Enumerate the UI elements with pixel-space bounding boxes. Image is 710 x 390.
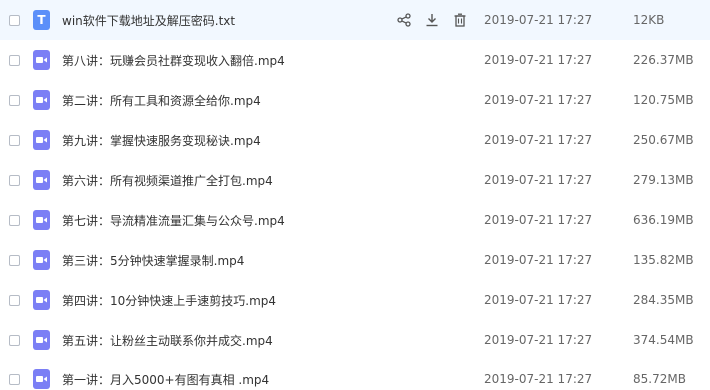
- file-date: 2019-07-21 17:27: [484, 53, 593, 67]
- file-size: 120.75MB: [633, 93, 694, 107]
- file-date: 2019-07-21 17:27: [484, 133, 593, 147]
- video-file-icon: [33, 250, 50, 270]
- file-row[interactable]: 第七讲：导流精准流量汇集与公众号.mp4 2019-07-21 17:27 63…: [0, 200, 710, 240]
- row-checkbox[interactable]: [9, 134, 20, 146]
- file-name[interactable]: 第九讲：掌握快速服务变现秘诀.mp4: [62, 132, 261, 149]
- file-row[interactable]: 第三讲：5分钟快速掌握录制.mp4 2019-07-21 17:27 135.8…: [0, 240, 710, 280]
- file-size: 226.37MB: [633, 53, 694, 67]
- delete-icon[interactable]: [452, 12, 468, 28]
- row-checkbox[interactable]: [9, 174, 20, 186]
- text-file-icon: T: [33, 10, 50, 30]
- video-file-icon: [33, 50, 50, 70]
- file-size: 12KB: [633, 13, 665, 27]
- file-row[interactable]: T win软件下载地址及解压密码.txt 2019-07-21 17:27 12…: [0, 0, 710, 40]
- file-row[interactable]: 第二讲：所有工具和资源全给你.mp4 2019-07-21 17:27 120.…: [0, 80, 710, 120]
- file-size: 374.54MB: [633, 333, 694, 347]
- file-row[interactable]: 第四讲：10分钟快速上手速剪技巧.mp4 2019-07-21 17:27 28…: [0, 280, 710, 320]
- file-date: 2019-07-21 17:27: [484, 372, 593, 386]
- file-size: 85.72MB: [633, 372, 686, 386]
- file-name[interactable]: 第六讲：所有视频渠道推广全打包.mp4: [62, 172, 273, 189]
- file-row[interactable]: 第九讲：掌握快速服务变现秘诀.mp4 2019-07-21 17:27 250.…: [0, 120, 710, 160]
- file-size: 250.67MB: [633, 133, 694, 147]
- row-checkbox[interactable]: [9, 54, 20, 66]
- file-size: 284.35MB: [633, 293, 694, 307]
- file-date: 2019-07-21 17:27: [484, 213, 593, 227]
- video-file-icon: [33, 210, 50, 230]
- video-file-icon: [33, 130, 50, 150]
- row-checkbox[interactable]: [9, 14, 20, 26]
- video-file-icon: [33, 369, 50, 389]
- video-file-icon: [33, 330, 50, 350]
- file-name[interactable]: 第八讲：玩赚会员社群变现收入翻倍.mp4: [62, 52, 285, 69]
- video-file-icon: [33, 90, 50, 110]
- file-row[interactable]: 第一讲：月入5000+有图有真相 .mp4 2019-07-21 17:27 8…: [0, 359, 710, 390]
- file-date: 2019-07-21 17:27: [484, 253, 593, 267]
- download-icon[interactable]: [424, 12, 440, 28]
- video-file-icon: [33, 170, 50, 190]
- file-date: 2019-07-21 17:27: [484, 333, 593, 347]
- file-name[interactable]: 第五讲：让粉丝主动联系你并成交.mp4: [62, 332, 273, 349]
- share-icon[interactable]: [396, 12, 412, 28]
- file-name[interactable]: win软件下载地址及解压密码.txt: [62, 12, 235, 29]
- file-name[interactable]: 第四讲：10分钟快速上手速剪技巧.mp4: [62, 292, 276, 309]
- row-checkbox[interactable]: [9, 254, 20, 266]
- file-list: T win软件下载地址及解压密码.txt 2019-07-21 17:27 12…: [0, 0, 710, 390]
- row-checkbox[interactable]: [9, 373, 20, 385]
- row-checkbox[interactable]: [9, 294, 20, 306]
- file-date: 2019-07-21 17:27: [484, 173, 593, 187]
- file-size: 636.19MB: [633, 213, 694, 227]
- row-checkbox[interactable]: [9, 334, 20, 346]
- file-row[interactable]: 第八讲：玩赚会员社群变现收入翻倍.mp4 2019-07-21 17:27 22…: [0, 40, 710, 80]
- file-row[interactable]: 第五讲：让粉丝主动联系你并成交.mp4 2019-07-21 17:27 374…: [0, 320, 710, 360]
- row-checkbox[interactable]: [9, 94, 20, 106]
- file-row[interactable]: 第六讲：所有视频渠道推广全打包.mp4 2019-07-21 17:27 279…: [0, 160, 710, 200]
- file-date: 2019-07-21 17:27: [484, 13, 593, 27]
- row-actions: [396, 12, 468, 28]
- file-size: 135.82MB: [633, 253, 694, 267]
- file-date: 2019-07-21 17:27: [484, 293, 593, 307]
- video-file-icon: [33, 290, 50, 310]
- file-name[interactable]: 第二讲：所有工具和资源全给你.mp4: [62, 92, 261, 109]
- file-name[interactable]: 第七讲：导流精准流量汇集与公众号.mp4: [62, 212, 285, 229]
- file-date: 2019-07-21 17:27: [484, 93, 593, 107]
- file-name[interactable]: 第一讲：月入5000+有图有真相 .mp4: [62, 371, 269, 388]
- row-checkbox[interactable]: [9, 214, 20, 226]
- text-file-icon-letter: T: [37, 13, 46, 27]
- file-size: 279.13MB: [633, 173, 694, 187]
- file-name[interactable]: 第三讲：5分钟快速掌握录制.mp4: [62, 252, 244, 269]
